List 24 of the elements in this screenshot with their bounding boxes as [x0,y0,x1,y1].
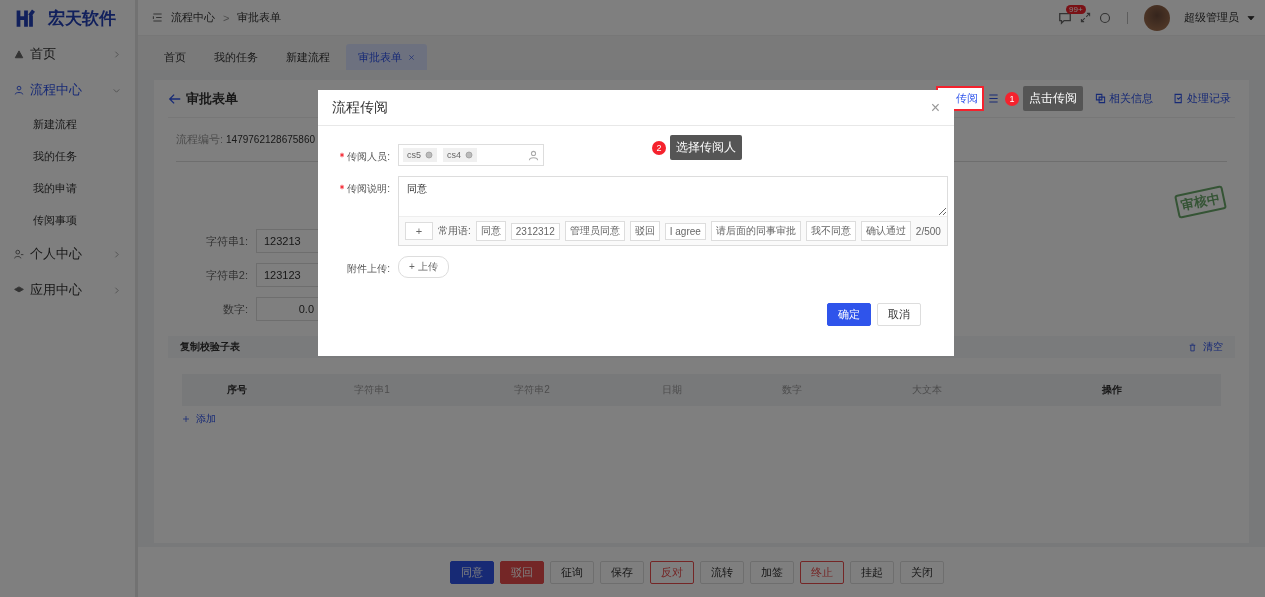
phrases-label: 常用语: [438,224,471,238]
field-label: 字符串2: [204,267,248,283]
field-label: 传阅人员: [347,150,390,164]
column-header: 操作 [1100,383,1123,397]
column-header: 序号 [226,383,248,397]
logo-text: 宏天软件 [48,7,116,30]
field-label: 字符串1: [204,233,248,249]
guide-tooltip: 选择传阅人 [670,135,742,160]
field-label: 数字: [221,301,248,317]
flow-number: 1479762128675860 [226,134,316,145]
form-title: 审批表单 [186,89,238,108]
dialog-title: 流程传阅 [332,98,388,117]
breadcrumb-separator: > [223,11,230,24]
breadcrumb-item: 审批表单 [237,10,282,25]
message-badge: 99+ [1066,4,1086,14]
subtable-title: 复制校验子表 [180,340,240,354]
field-label: 传阅说明: [347,182,390,196]
step-badge: 1 [1005,91,1019,106]
person-tag: cs5 [403,148,437,162]
char-count: 2/500 [915,225,941,237]
field-label: 附件上传: [346,262,390,276]
status-stamp: 审核中 [1174,185,1227,219]
person-tag: cs4 [443,148,478,162]
guide-tooltip: 点击传阅 [1023,86,1083,111]
